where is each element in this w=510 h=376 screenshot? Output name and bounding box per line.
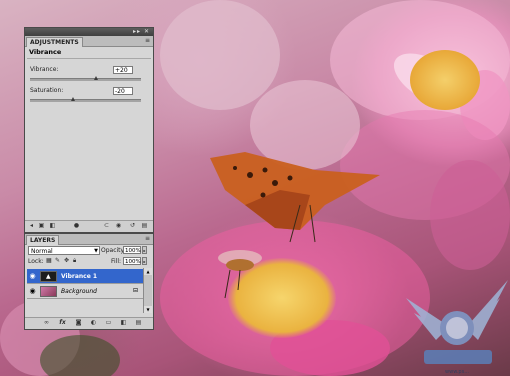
flower-center bbox=[410, 50, 480, 110]
panel-titlebar[interactable]: ▸▸ ✕ bbox=[25, 28, 153, 36]
vibrance-slider[interactable] bbox=[30, 76, 141, 81]
layer-row-background[interactable]: ◉ Background ⊟ bbox=[27, 284, 144, 299]
mask-icon[interactable]: ◙ bbox=[75, 320, 82, 326]
back-arrow-icon[interactable]: ◂ bbox=[28, 223, 35, 229]
fill-input[interactable]: 100% bbox=[123, 257, 141, 265]
collapse-icon[interactable]: ▸▸ ✕ bbox=[133, 29, 150, 35]
opacity-input[interactable]: 100% bbox=[123, 246, 141, 254]
clip-icon[interactable]: ⊂ bbox=[103, 223, 110, 229]
adjustment-title: Vibrance bbox=[29, 48, 62, 56]
vibrance-label: Vibrance: bbox=[30, 66, 59, 73]
adjustments-bottom-bar: ◂ ▣ ◧ ● ⊂ ◉ ↺ ▤ bbox=[25, 220, 153, 232]
blend-mode-select[interactable]: Normal ▼ bbox=[28, 246, 100, 255]
vibrance-glyph-icon: ▲ bbox=[46, 273, 51, 280]
saturation-slider[interactable] bbox=[30, 97, 141, 102]
eye-icon[interactable]: ◉ bbox=[28, 287, 37, 296]
layer-row-vibrance[interactable]: ◉ ▲ Vibrance 1 bbox=[27, 269, 144, 284]
lock-all-icon[interactable]: 🔒︎ bbox=[73, 258, 79, 264]
adjustment-icon[interactable]: ◐ bbox=[90, 320, 97, 326]
saturation-input[interactable]: -20 bbox=[113, 87, 133, 95]
eye-icon[interactable]: ● bbox=[73, 223, 80, 229]
tab-adjustments[interactable]: ADJUSTMENTS bbox=[26, 37, 83, 47]
scroll-up-icon[interactable]: ▲ bbox=[144, 268, 152, 275]
layers-bottom-bar: ∞ fx ◙ ◐ ▭ ◧ ▤ bbox=[25, 317, 153, 329]
lock-icon: ⊟ bbox=[132, 287, 138, 294]
lock-label: Lock: bbox=[28, 258, 44, 265]
new-layer-icon[interactable]: ◧ bbox=[120, 320, 127, 326]
fill-arrow-icon[interactable]: ▸ bbox=[142, 257, 147, 265]
tab-layers[interactable]: LAYERS bbox=[26, 235, 60, 245]
layers-scrollbar[interactable]: ▲ ▼ bbox=[143, 268, 152, 313]
foliage bbox=[40, 335, 120, 376]
link-icon[interactable]: ∞ bbox=[43, 320, 50, 326]
blend-mode-value: Normal bbox=[31, 248, 53, 255]
eye-icon[interactable]: ◉ bbox=[28, 272, 37, 281]
layers-panel: LAYERS ≡ Normal ▼ Opacity: 100% ▸ Lock: … bbox=[24, 233, 154, 330]
saturation-slider-thumb[interactable] bbox=[71, 97, 75, 101]
adjustments-panel: ▸▸ ✕ ADJUSTMENTS ≡ Vibrance Vibrance: +2… bbox=[24, 27, 154, 233]
new-layer-icon[interactable]: ◧ bbox=[49, 223, 56, 229]
divider bbox=[27, 58, 151, 59]
group-icon[interactable]: ▭ bbox=[105, 320, 112, 326]
saturation-label: Saturation: bbox=[30, 87, 64, 94]
trash-icon[interactable]: ▤ bbox=[141, 223, 148, 229]
layer-name: Vibrance 1 bbox=[61, 273, 98, 280]
panel-menu-icon[interactable]: ≡ bbox=[145, 235, 150, 242]
fill-label: Fill: bbox=[111, 258, 122, 265]
vibrance-slider-thumb[interactable] bbox=[94, 76, 98, 80]
butterfly-icon bbox=[210, 152, 380, 243]
opacity-label: Opacity: bbox=[101, 247, 126, 254]
watermark-logo: www.ps... bbox=[406, 280, 508, 375]
reset-icon[interactable]: ↺ bbox=[129, 223, 136, 229]
vibrance-input[interactable]: +20 bbox=[113, 66, 133, 74]
adjustments-tabbar: ADJUSTMENTS ≡ bbox=[25, 36, 153, 47]
layer-name: Background bbox=[61, 288, 97, 295]
image-thumbnail bbox=[40, 286, 57, 297]
layers-tabbar: LAYERS ≡ bbox=[25, 234, 153, 245]
lock-image-icon[interactable]: ✎ bbox=[55, 258, 61, 264]
scroll-down-icon[interactable]: ▼ bbox=[144, 306, 152, 313]
trash-icon[interactable]: ▤ bbox=[135, 320, 142, 326]
expand-icon[interactable]: ▣ bbox=[38, 223, 45, 229]
lock-transparent-icon[interactable]: ▦ bbox=[46, 258, 52, 264]
petal bbox=[430, 160, 510, 270]
adjustment-thumbnail: ▲ bbox=[40, 271, 57, 282]
opacity-arrow-icon[interactable]: ▸ bbox=[142, 246, 147, 254]
fx-icon[interactable]: fx bbox=[59, 320, 66, 326]
chevron-down-icon: ▼ bbox=[94, 248, 98, 254]
lock-position-icon[interactable]: ✥ bbox=[64, 258, 70, 264]
visibility-icon[interactable]: ◉ bbox=[115, 223, 122, 229]
panel-menu-icon[interactable]: ≡ bbox=[145, 37, 150, 44]
petal bbox=[160, 0, 280, 110]
bee-icon bbox=[218, 250, 262, 299]
watermark-text: www.ps... bbox=[445, 369, 469, 375]
